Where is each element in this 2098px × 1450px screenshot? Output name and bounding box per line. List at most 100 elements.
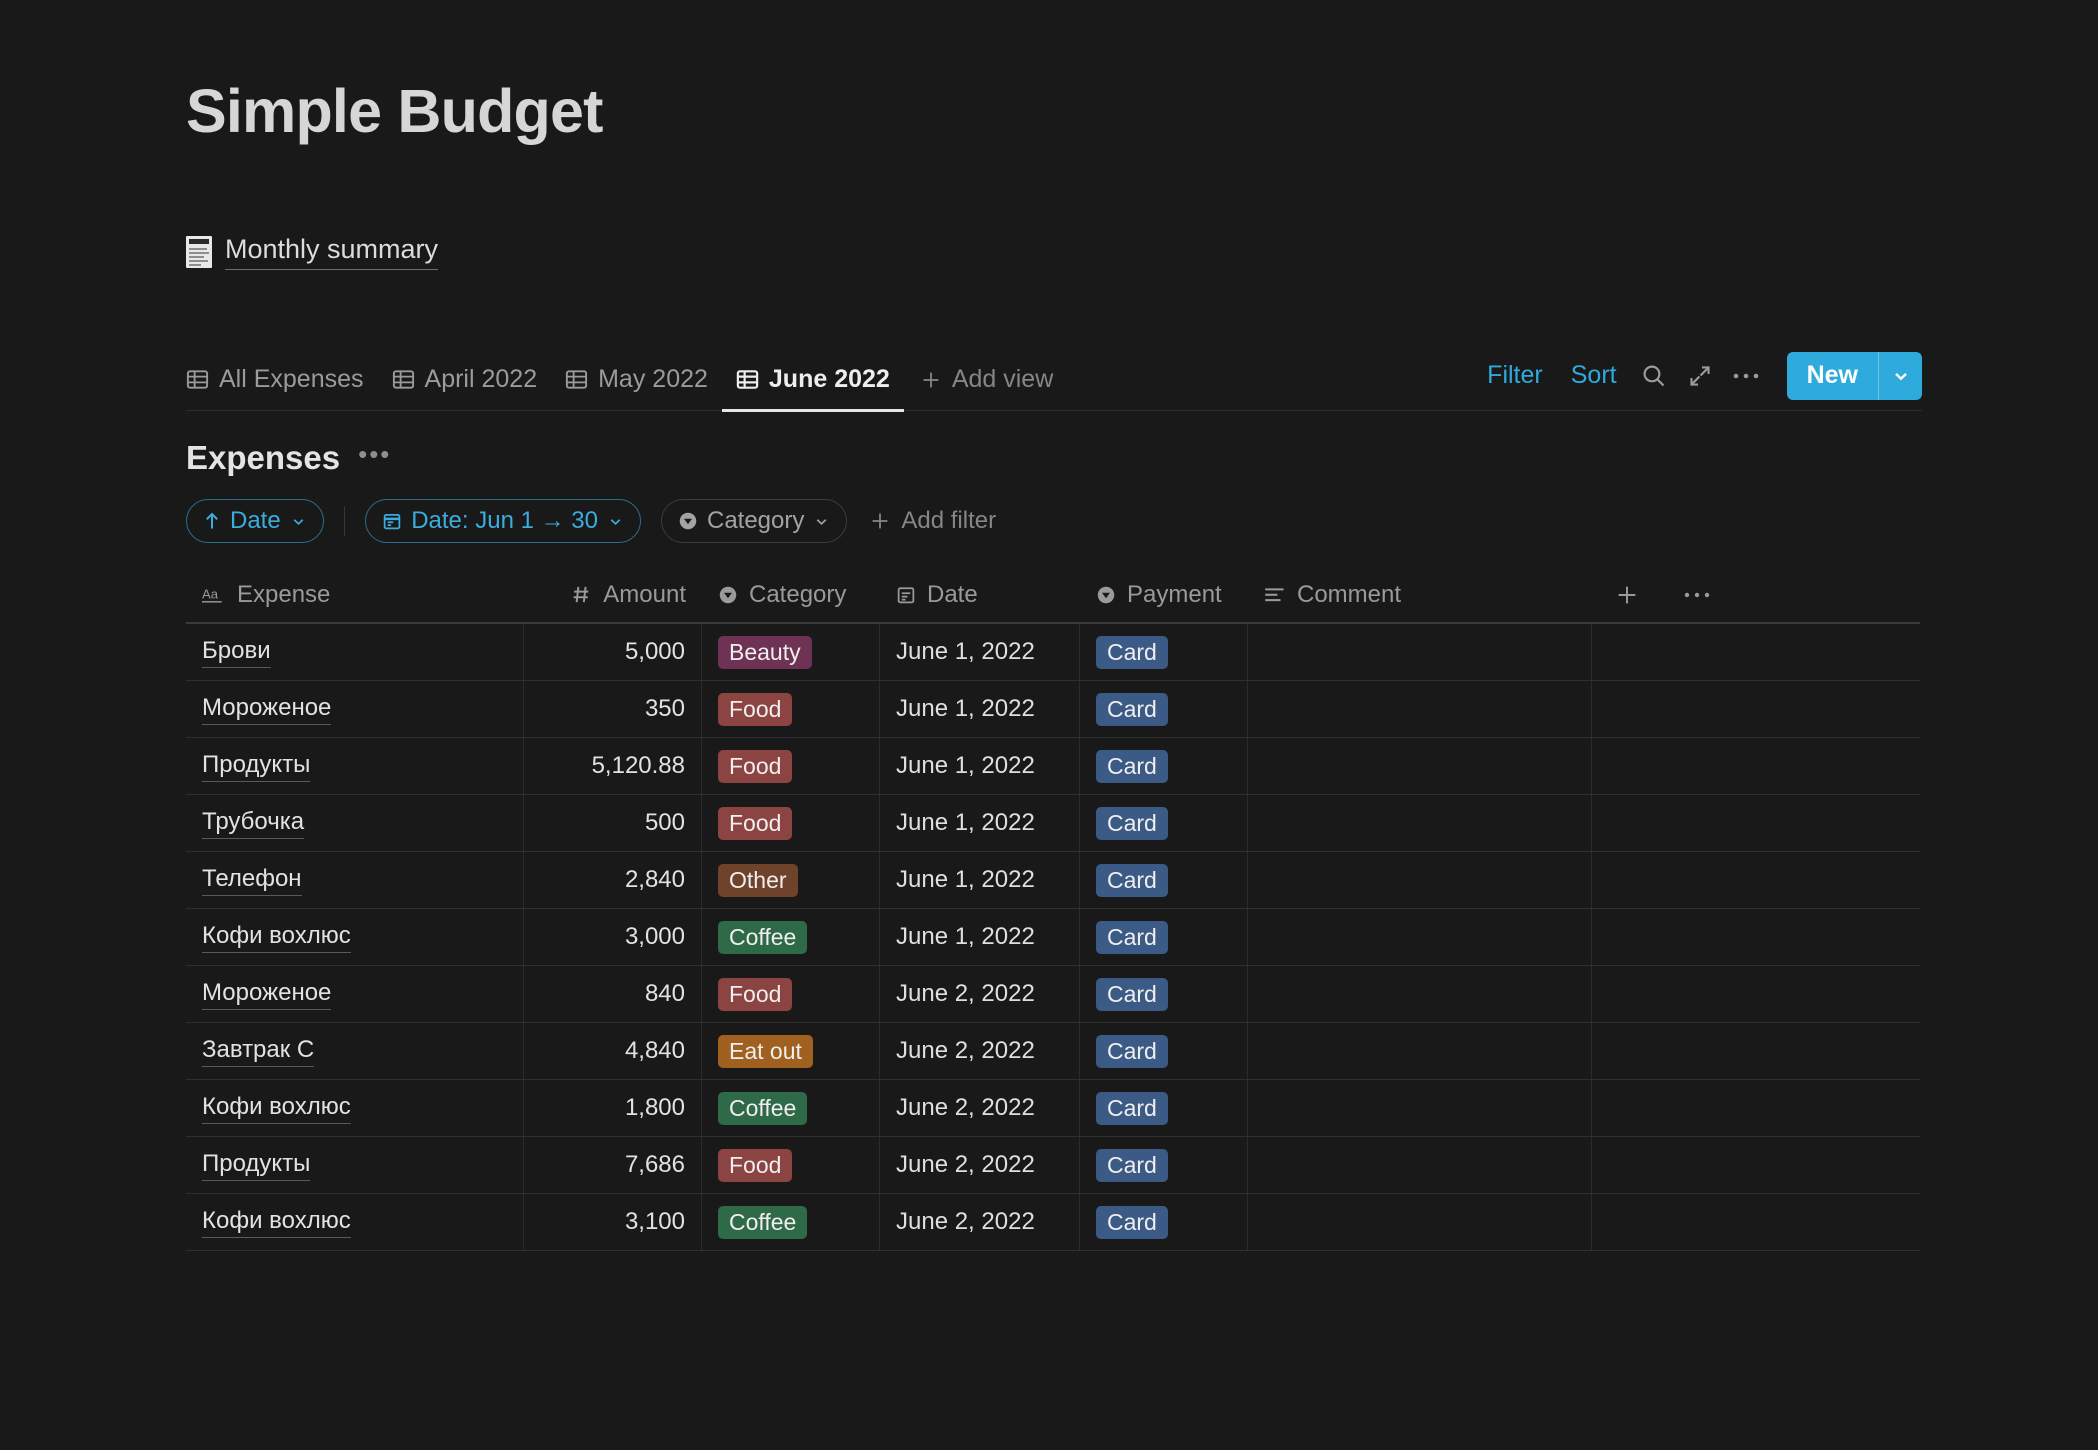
cell-payment[interactable]: Card [1080,795,1248,852]
cell-expense[interactable]: Брови [186,624,524,681]
cell-comment[interactable] [1248,681,1592,738]
cell-date[interactable]: June 1, 2022 [880,624,1080,681]
table-row[interactable]: Кофи вохлюс 3,100 Coffee June 2, 2022 Ca… [186,1194,1920,1252]
table-row[interactable]: Мороженое 840 Food June 2, 2022 Card [186,966,1920,1024]
cell-date[interactable]: June 1, 2022 [880,738,1080,795]
cell-category[interactable]: Eat out [702,1023,880,1080]
cell-payment[interactable]: Card [1080,1080,1248,1137]
cell-category[interactable]: Food [702,966,880,1023]
cell-category[interactable]: Food [702,795,880,852]
table-row[interactable]: Мороженое 350 Food June 1, 2022 Card [186,681,1920,739]
cell-expense[interactable]: Кофи вохлюс [186,909,524,966]
view-tab-april-2022[interactable]: April 2022 [378,349,552,411]
new-dropdown-chevron-down-icon[interactable] [1878,351,1922,400]
cell-comment[interactable] [1248,852,1592,909]
database-options-icon[interactable]: ••• [358,441,391,475]
table-row[interactable]: Брови 5,000 Beauty June 1, 2022 Card [186,624,1920,682]
column-header-expense[interactable]: Aa Expense [186,567,524,622]
cell-category[interactable]: Beauty [702,624,880,681]
expense-name[interactable]: Кофи вохлюс [202,922,351,953]
more-options-icon[interactable] [1723,355,1769,397]
cell-amount[interactable]: 840 [524,966,702,1023]
cell-date[interactable]: June 2, 2022 [880,1023,1080,1080]
expense-name[interactable]: Мороженое [202,694,332,725]
cell-expense[interactable]: Мороженое [186,966,524,1023]
cell-date[interactable]: June 2, 2022 [880,1080,1080,1137]
cell-comment[interactable] [1248,909,1592,966]
cell-expense[interactable]: Продукты [186,738,524,795]
view-tab-may-2022[interactable]: May 2022 [551,349,722,411]
cell-comment[interactable] [1248,966,1592,1023]
filter-button[interactable]: Filter [1473,361,1557,390]
cell-payment[interactable]: Card [1080,624,1248,681]
cell-amount[interactable]: 3,100 [524,1194,702,1251]
sort-button[interactable]: Sort [1557,361,1631,390]
cell-comment[interactable] [1248,1080,1592,1137]
cell-amount[interactable]: 1,800 [524,1080,702,1137]
cell-amount[interactable]: 7,686 [524,1137,702,1194]
expense-name[interactable]: Продукты [202,751,311,782]
cell-category[interactable]: Food [702,1137,880,1194]
cell-expense[interactable]: Кофи вохлюс [186,1194,524,1251]
filter-pill-category[interactable]: Category [660,499,848,544]
monthly-summary-row[interactable]: Monthly summary [186,233,1922,271]
cell-payment[interactable]: Card [1080,681,1248,738]
cell-expense[interactable]: Продукты [186,1137,524,1194]
cell-comment[interactable] [1248,624,1592,681]
cell-amount[interactable]: 5,000 [524,624,702,681]
cell-category[interactable]: Coffee [702,909,880,966]
cell-payment[interactable]: Card [1080,738,1248,795]
cell-date[interactable]: June 1, 2022 [880,795,1080,852]
table-row[interactable]: Продукты 5,120.88 Food June 1, 2022 Card [186,738,1920,796]
cell-amount[interactable]: 2,840 [524,852,702,909]
cell-comment[interactable] [1248,738,1592,795]
table-row[interactable]: Телефон 2,840 Other June 1, 2022 Card [186,852,1920,910]
cell-date[interactable]: June 2, 2022 [880,1194,1080,1251]
cell-date[interactable]: June 1, 2022 [880,852,1080,909]
cell-payment[interactable]: Card [1080,909,1248,966]
table-row[interactable]: Кофи вохлюс 3,000 Coffee June 1, 2022 Ca… [186,909,1920,967]
expense-name[interactable]: Телефон [202,865,302,896]
expand-icon[interactable] [1677,355,1723,397]
column-header-payment[interactable]: Payment [1080,567,1248,622]
cell-amount[interactable]: 4,840 [524,1023,702,1080]
cell-category[interactable]: Food [702,681,880,738]
cell-expense[interactable]: Кофи вохлюс [186,1080,524,1137]
expense-name[interactable]: Мороженое [202,979,332,1010]
expense-name[interactable]: Кофи вохлюс [202,1207,351,1238]
expense-name[interactable]: Брови [202,637,271,668]
add-view-button[interactable]: Add view [904,349,1069,411]
cell-payment[interactable]: Card [1080,852,1248,909]
column-header-amount[interactable]: Amount [524,567,702,622]
expense-name[interactable]: Трубочка [202,808,305,839]
cell-amount[interactable]: 5,120.88 [524,738,702,795]
monthly-summary-link[interactable]: Monthly summary [225,234,439,271]
cell-category[interactable]: Food [702,738,880,795]
column-options-more-icon[interactable] [1662,567,1732,622]
new-button[interactable]: New [1787,352,1878,400]
cell-category[interactable]: Coffee [702,1194,880,1251]
sort-pill-date[interactable]: Date [186,499,324,544]
cell-category[interactable]: Coffee [702,1080,880,1137]
cell-category[interactable]: Other [702,852,880,909]
expense-name[interactable]: Завтрак С [202,1036,315,1067]
cell-expense[interactable]: Телефон [186,852,524,909]
cell-date[interactable]: June 2, 2022 [880,1137,1080,1194]
cell-comment[interactable] [1248,795,1592,852]
expense-name[interactable]: Кофи вохлюс [202,1093,351,1124]
table-row[interactable]: Трубочка 500 Food June 1, 2022 Card [186,795,1920,853]
cell-comment[interactable] [1248,1137,1592,1194]
cell-date[interactable]: June 2, 2022 [880,966,1080,1023]
cell-expense[interactable]: Мороженое [186,681,524,738]
table-row[interactable]: Завтрак С 4,840 Eat out June 2, 2022 Car… [186,1023,1920,1081]
cell-comment[interactable] [1248,1194,1592,1251]
column-header-comment[interactable]: Comment [1248,567,1592,622]
cell-comment[interactable] [1248,1023,1592,1080]
table-row[interactable]: Продукты 7,686 Food June 2, 2022 Card [186,1137,1920,1195]
cell-amount[interactable]: 500 [524,795,702,852]
cell-expense[interactable]: Завтрак С [186,1023,524,1080]
column-header-date[interactable]: Date [880,567,1080,622]
view-tab-june-2022[interactable]: June 2022 [721,349,904,413]
cell-payment[interactable]: Card [1080,966,1248,1023]
cell-payment[interactable]: Card [1080,1137,1248,1194]
